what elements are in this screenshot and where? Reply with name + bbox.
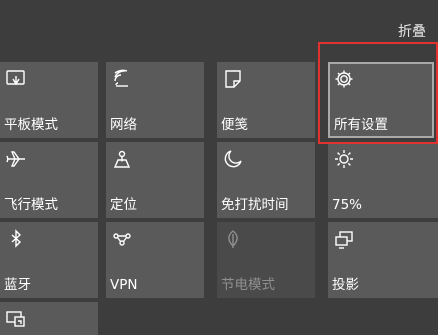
all-settings-label: 所有设置 [334, 117, 388, 133]
brightness-tile[interactable]: 75% [328, 142, 438, 218]
tablet-mode-label: 平板模式 [4, 117, 58, 133]
vpn-label: VPN [110, 277, 138, 293]
network-label: 网络 [110, 117, 137, 133]
airplane-mode-tile[interactable]: 飞行模式 [0, 142, 98, 218]
airplane-icon [5, 148, 27, 170]
battery-saver-tile: 节电模式 [217, 222, 315, 298]
note-icon [222, 68, 244, 90]
brightness-icon [333, 148, 355, 170]
vpn-tile[interactable]: VPN [106, 222, 204, 298]
connect-icon [5, 308, 27, 330]
airplane-mode-label: 飞行模式 [4, 197, 58, 213]
quiet-hours-label: 免打扰时间 [221, 197, 289, 213]
moon-icon [222, 148, 244, 170]
location-tile[interactable]: 定位 [106, 142, 204, 218]
gear-icon [333, 68, 355, 90]
tablet-mode-icon [5, 68, 27, 90]
quiet-hours-tile[interactable]: 免打扰时间 [217, 142, 315, 218]
all-settings-tile[interactable]: 所有设置 [328, 62, 434, 138]
vpn-icon [111, 228, 133, 250]
brightness-label: 75% [332, 197, 363, 213]
project-tile[interactable]: 投影 [328, 222, 438, 298]
bluetooth-tile[interactable]: 蓝牙 [0, 222, 98, 298]
location-icon [111, 148, 133, 170]
connect-tile[interactable] [0, 302, 98, 335]
bluetooth-icon [5, 228, 27, 250]
project-label: 投影 [332, 277, 359, 293]
network-icon [111, 68, 133, 90]
location-label: 定位 [110, 197, 137, 213]
note-label: 便笺 [221, 117, 248, 133]
tablet-mode-tile[interactable]: 平板模式 [0, 62, 98, 138]
collapse-button[interactable]: 折叠 [398, 21, 426, 41]
note-tile[interactable]: 便笺 [217, 62, 315, 138]
battery-saver-label: 节电模式 [221, 277, 275, 293]
project-icon [333, 228, 355, 250]
bluetooth-label: 蓝牙 [4, 277, 31, 293]
network-tile[interactable]: 网络 [106, 62, 204, 138]
battery-saver-icon [222, 228, 244, 250]
